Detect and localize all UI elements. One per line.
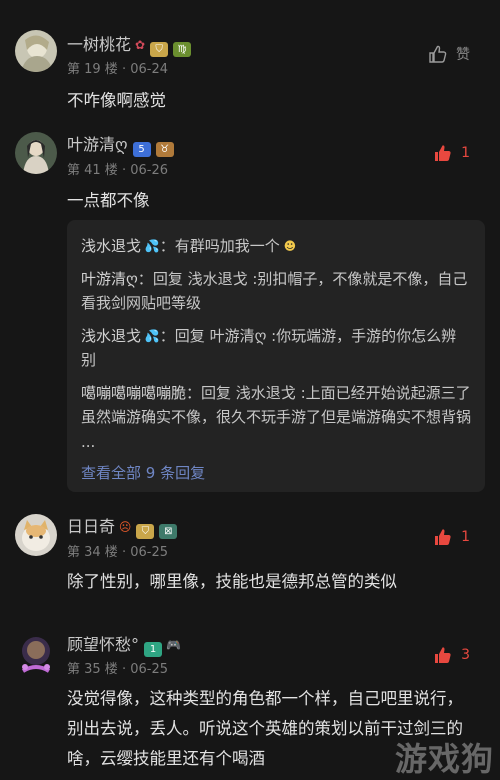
username[interactable]: 顾望怀愁° 1 🎮 [67, 631, 181, 657]
comment-list: 一树桃花 ✿ ⛉ ♍ 第 19 楼 · 06-24 赞 不咋像啊感觉 叶游清ღ 5 ♉ [0, 0, 500, 780]
level-badge-icon: 1 [144, 642, 163, 657]
watermark-logo: 游戏狗 [394, 740, 494, 778]
like-count: 3 [461, 647, 470, 663]
like-button[interactable]: 3 [433, 645, 470, 665]
comment-date: 06-25 [130, 662, 169, 677]
comment-meta: 第 35 楼 · 06-25 [67, 662, 169, 677]
thumbs-up-filled-icon [435, 647, 451, 663]
comment-item: 顾望怀愁° 1 🎮 第 35 楼 · 06-25 3 没觉得像，这种类型的角色都一个… [0, 0, 500, 780]
avatar[interactable] [15, 633, 57, 675]
gamepad-icon: 🎮 [166, 638, 181, 652]
floor-number: 第 35 楼 [67, 662, 118, 677]
